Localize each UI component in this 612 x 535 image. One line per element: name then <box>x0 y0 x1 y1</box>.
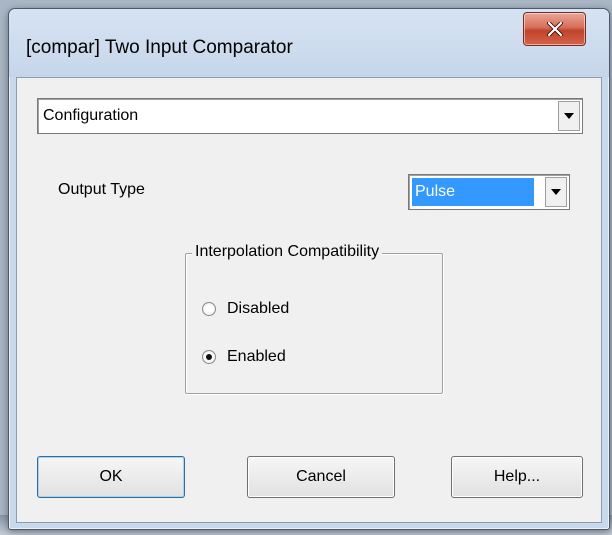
section-dropdown-button[interactable] <box>558 101 580 131</box>
output-type-dropdown-button[interactable] <box>545 177 567 207</box>
dialog-body: Configuration Output Type Pulse Interpol… <box>16 77 602 523</box>
ok-button[interactable]: OK <box>37 456 185 498</box>
radio-enabled[interactable]: Enabled <box>202 348 286 366</box>
radio-disabled-label: Disabled <box>227 300 290 317</box>
close-button[interactable] <box>523 12 586 46</box>
output-type-dropdown[interactable]: Pulse <box>408 174 570 210</box>
radio-disabled[interactable]: Disabled <box>202 300 289 318</box>
output-type-label: Output Type <box>58 181 145 198</box>
interpolation-groupbox: Interpolation Compatibility Disabled Ena… <box>185 243 443 394</box>
section-dropdown-value: Configuration <box>43 107 139 124</box>
section-dropdown[interactable]: Configuration <box>37 98 583 134</box>
cancel-button[interactable]: Cancel <box>247 456 395 498</box>
window-title: [compar] Two Input Comparator <box>26 37 293 58</box>
chevron-down-icon <box>564 113 574 119</box>
output-type-value: Pulse <box>412 178 534 206</box>
comparator-dialog: [compar] Two Input Comparator Configurat… <box>8 8 610 530</box>
radio-disabled-indicator[interactable] <box>202 302 216 316</box>
interpolation-group-label: Interpolation Compatibility <box>192 243 383 261</box>
radio-enabled-indicator[interactable] <box>202 350 216 364</box>
title-bar[interactable]: [compar] Two Input Comparator <box>9 9 609 77</box>
radio-enabled-label: Enabled <box>227 348 286 365</box>
help-button[interactable]: Help... <box>451 456 583 498</box>
close-icon <box>546 22 563 36</box>
chevron-down-icon <box>551 189 561 195</box>
